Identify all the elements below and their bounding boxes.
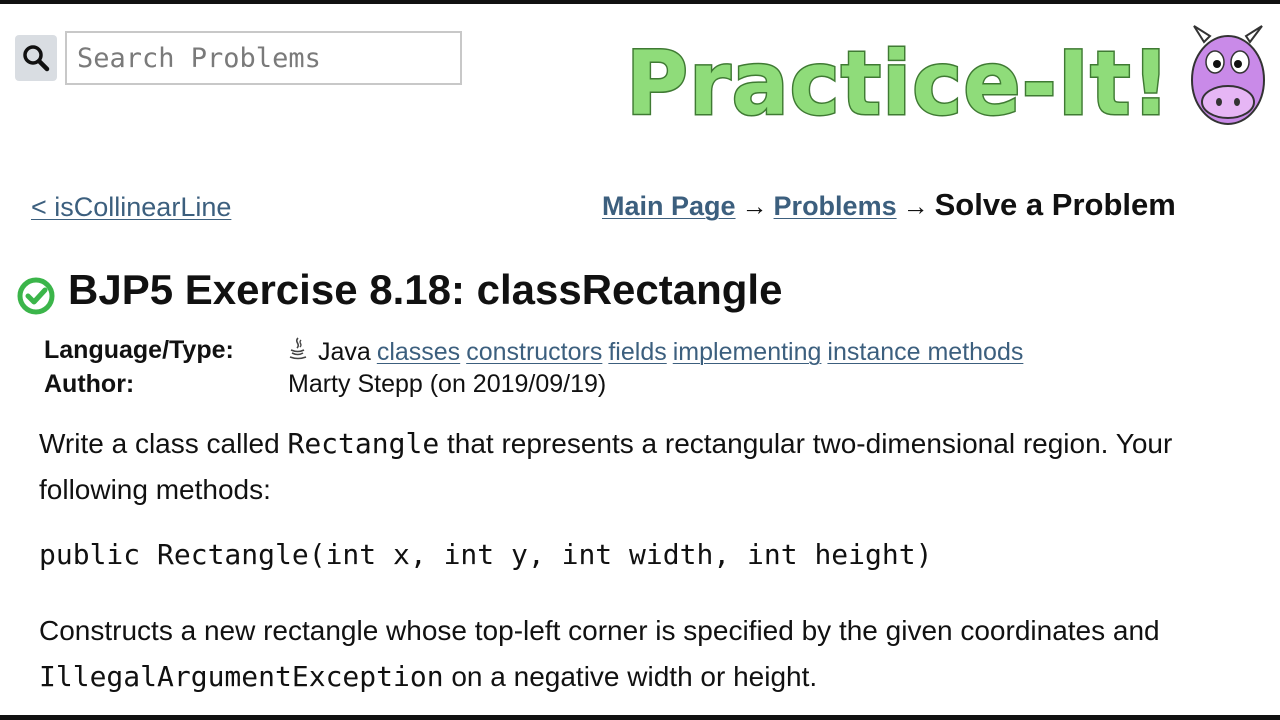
problem-title: BJP5 Exercise 8.18: classRectangle (68, 266, 783, 313)
java-icon (288, 336, 310, 367)
previous-problem-link[interactable]: < isCollinearLine (31, 192, 231, 223)
description-paragraph: Write a class called Rectangle that repr… (39, 421, 1280, 513)
search-icon (23, 45, 50, 72)
tag-fields[interactable]: fields (608, 338, 666, 366)
language-name: Java (318, 338, 371, 366)
tag-classes[interactable]: classes (377, 338, 460, 366)
search-button[interactable] (15, 35, 57, 81)
search-input[interactable] (65, 31, 462, 85)
tag-constructors[interactable]: constructors (466, 338, 602, 366)
tag-instance-methods[interactable]: instance methods (827, 338, 1023, 366)
practice-it-logo[interactable]: Practice-It! (620, 22, 1280, 137)
solved-check-icon (17, 277, 55, 315)
breadcrumb: Main Page → Problems → Solve a Problem (602, 187, 1176, 223)
description-text: Write a class called (39, 428, 288, 459)
description-text: Constructs a new rectangle whose top-lef… (39, 615, 1160, 646)
language-value: Java classes constructors fields implementin… (288, 336, 1023, 367)
top-border (0, 0, 1280, 4)
description-text: following methods: (39, 474, 271, 505)
breadcrumb-problems[interactable]: Problems (774, 191, 897, 222)
bottom-border (0, 715, 1280, 720)
breadcrumb-current: Solve a Problem (934, 187, 1176, 222)
breadcrumb-arrow: → (741, 191, 768, 221)
cow-mascot-icon (1191, 25, 1265, 125)
language-label: Language/Type: (44, 336, 234, 364)
description-text: that represents a rectangular two-dimens… (439, 428, 1173, 459)
inline-code-exception: IllegalArgumentException (39, 660, 444, 693)
inline-code-rectangle: Rectangle (287, 427, 440, 460)
constructor-signature: public Rectangle(int x, int y, int width… (39, 538, 933, 571)
breadcrumb-arrow: → (902, 191, 929, 221)
author-value: Marty Stepp (on 2019/09/19) (288, 370, 607, 398)
constructor-description: Constructs a new rectangle whose top-lef… (39, 608, 1280, 700)
tag-implementing[interactable]: implementing (673, 338, 822, 366)
logo-text: Practice-It! (626, 32, 1171, 132)
author-label: Author: (44, 370, 135, 398)
breadcrumb-main-page[interactable]: Main Page (602, 191, 736, 222)
description-text: on a negative width or height. (443, 661, 818, 692)
